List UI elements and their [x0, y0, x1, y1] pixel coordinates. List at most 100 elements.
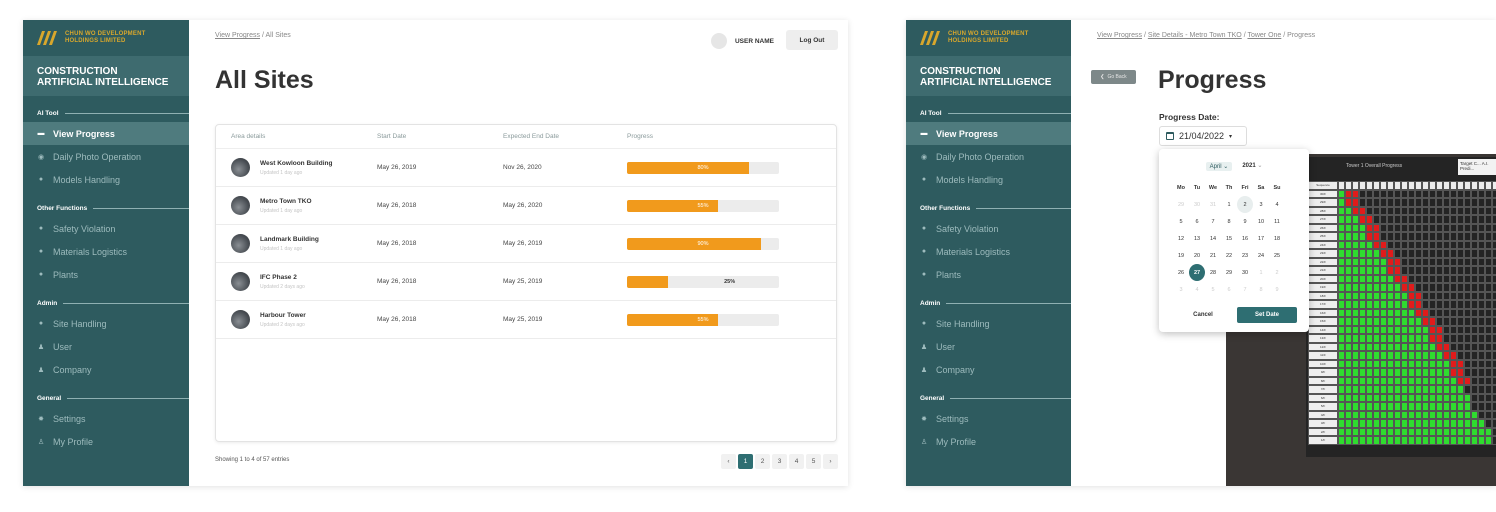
calendar-day[interactable]: 24: [1253, 247, 1269, 264]
calendar-day[interactable]: 13: [1189, 230, 1205, 247]
calendar-day[interactable]: 29: [1221, 264, 1237, 281]
calendar-day[interactable]: 3: [1173, 281, 1189, 298]
calendar-day[interactable]: 12: [1173, 230, 1189, 247]
calendar-day[interactable]: 22: [1221, 247, 1237, 264]
progress-cell: [1429, 410, 1436, 419]
calendar-day[interactable]: 7: [1237, 281, 1253, 298]
sidebar-item-my-profile[interactable]: ♙ My Profile: [23, 430, 189, 453]
breadcrumb-item[interactable]: View Progress: [1097, 32, 1142, 39]
calendar-day[interactable]: 27: [1189, 264, 1205, 281]
page-button-2[interactable]: 2: [755, 454, 770, 469]
sidebar-item-plants[interactable]: ● Plants: [906, 263, 1071, 286]
page-button-4[interactable]: 4: [789, 454, 804, 469]
calendar-day[interactable]: 20: [1189, 247, 1205, 264]
calendar-day[interactable]: 30: [1189, 196, 1205, 213]
calendar-day[interactable]: 9: [1237, 213, 1253, 230]
calendar-day[interactable]: 8: [1253, 281, 1269, 298]
page-button-prev[interactable]: ‹: [721, 454, 736, 469]
sidebar-item-label: Daily Photo Operation: [936, 151, 1025, 162]
calendar-day[interactable]: 29: [1173, 196, 1189, 213]
sidebar-item-company[interactable]: ♟ Company: [906, 358, 1071, 381]
progress-cell: [1394, 240, 1401, 249]
calendar-day[interactable]: 31: [1205, 196, 1221, 213]
calendar-day[interactable]: 3: [1253, 196, 1269, 213]
page-button-3[interactable]: 3: [772, 454, 787, 469]
sidebar-item-safety-violation[interactable]: ● Safety Violation: [906, 217, 1071, 240]
calendar-day[interactable]: 25: [1269, 247, 1285, 264]
breadcrumb-item[interactable]: Progress: [1287, 32, 1315, 39]
go-back-button[interactable]: ❮ Go Back: [1091, 70, 1136, 84]
calendar-day[interactable]: 2: [1269, 264, 1285, 281]
calendar-day[interactable]: 1: [1221, 196, 1237, 213]
progress-cell: [1429, 419, 1436, 428]
calendar-day[interactable]: 1: [1253, 264, 1269, 281]
table-row[interactable]: Metro Town TKO Updated 1 day ago May 26, 2…: [216, 187, 836, 225]
month-select[interactable]: April ⌄: [1205, 162, 1233, 171]
set-date-button[interactable]: Set Date: [1237, 307, 1297, 323]
table-row[interactable]: West Kowloon Building Updated 1 day ago Ma…: [216, 149, 836, 187]
sidebar-item-safety-violation[interactable]: ● Safety Violation: [23, 217, 189, 240]
year-select[interactable]: 2021 ⌄: [1242, 162, 1262, 171]
calendar-day[interactable]: 10: [1253, 213, 1269, 230]
sidebar-item-plants[interactable]: ● Plants: [23, 263, 189, 286]
sidebar-item-user[interactable]: ♟ User: [906, 335, 1071, 358]
progress-cell: [1366, 359, 1373, 368]
calendar-day[interactable]: 26: [1173, 264, 1189, 281]
calendar-day[interactable]: 2: [1237, 196, 1253, 213]
calendar-day[interactable]: 14: [1205, 230, 1221, 247]
calendar-day[interactable]: 16: [1237, 230, 1253, 247]
logout-button[interactable]: Log Out: [786, 30, 838, 50]
calendar-day[interactable]: 18: [1269, 230, 1285, 247]
calendar-day[interactable]: 6: [1189, 213, 1205, 230]
sidebar-item-daily-photo-operation[interactable]: ◉ Daily Photo Operation: [23, 145, 189, 168]
progress-cell: [1443, 368, 1450, 377]
sidebar-item-view-progress[interactable]: ▬ View Progress: [23, 122, 189, 145]
sidebar-item-materials-logistics[interactable]: ● Materials Logistics: [906, 240, 1071, 263]
sidebar-item-site-handling[interactable]: ● Site Handling: [906, 312, 1071, 335]
progress-cell: [1415, 376, 1422, 385]
progress-cell: [1394, 223, 1401, 232]
calendar-day[interactable]: 23: [1237, 247, 1253, 264]
calendar-day[interactable]: 9: [1269, 281, 1285, 298]
calendar-day[interactable]: 7: [1205, 213, 1221, 230]
calendar-day[interactable]: 28: [1205, 264, 1221, 281]
breadcrumb-item[interactable]: Site Details - Metro Town TKO: [1148, 32, 1242, 39]
breadcrumb-item[interactable]: Tower One: [1247, 32, 1281, 39]
calendar-day[interactable]: 5: [1173, 213, 1189, 230]
sidebar-item-site-handling[interactable]: ● Site Handling: [23, 312, 189, 335]
sidebar-item-models-handling[interactable]: ● Models Handling: [906, 168, 1071, 191]
page-button-5[interactable]: 5: [806, 454, 821, 469]
sidebar-item-settings[interactable]: ✸ Settings: [906, 407, 1071, 430]
calendar-day[interactable]: 19: [1173, 247, 1189, 264]
calendar-day[interactable]: 21: [1205, 247, 1221, 264]
calendar-day[interactable]: 11: [1269, 213, 1285, 230]
calendar-day[interactable]: 4: [1269, 196, 1285, 213]
calendar-day[interactable]: 17: [1253, 230, 1269, 247]
calendar-day[interactable]: 4: [1189, 281, 1205, 298]
page-button-next[interactable]: ›: [823, 454, 838, 469]
calendar-day[interactable]: 15: [1221, 230, 1237, 247]
breadcrumb-link-view-progress[interactable]: View Progress: [215, 32, 260, 39]
page-button-1[interactable]: 1: [738, 454, 753, 469]
sequence-header-cell: [1443, 181, 1450, 190]
sidebar-item-company[interactable]: ♟ Company: [23, 358, 189, 381]
calendar-day[interactable]: 6: [1221, 281, 1237, 298]
sidebar-item-settings[interactable]: ✸ Settings: [23, 407, 189, 430]
sidebar-item-my-profile[interactable]: ♙ My Profile: [906, 430, 1071, 453]
calendar-day[interactable]: 5: [1205, 281, 1221, 298]
calendar-day[interactable]: 8: [1221, 213, 1237, 230]
table-row[interactable]: IFC Phase 2 Updated 2 days ago May 26, 201…: [216, 263, 836, 301]
table-row[interactable]: Landmark Building Updated 1 day ago May 26…: [216, 225, 836, 263]
sidebar-item-view-progress[interactable]: ▬ View Progress: [906, 122, 1071, 145]
calendar-day[interactable]: 30: [1237, 264, 1253, 281]
sidebar-item-daily-photo-operation[interactable]: ◉ Daily Photo Operation: [906, 145, 1071, 168]
sidebar-item-user[interactable]: ♟ User: [23, 335, 189, 358]
user-menu[interactable]: USER NAME: [710, 33, 774, 49]
date-picker-toggle[interactable]: 21/04/2022 ▾: [1159, 126, 1247, 146]
progress-cell: [1401, 223, 1408, 232]
table-row[interactable]: Harbour Tower Updated 2 days ago May 26, 2…: [216, 301, 836, 339]
cancel-button[interactable]: Cancel: [1173, 307, 1233, 323]
sidebar-item-models-handling[interactable]: ● Models Handling: [23, 168, 189, 191]
progress-cell: [1366, 325, 1373, 334]
sidebar-item-materials-logistics[interactable]: ● Materials Logistics: [23, 240, 189, 263]
